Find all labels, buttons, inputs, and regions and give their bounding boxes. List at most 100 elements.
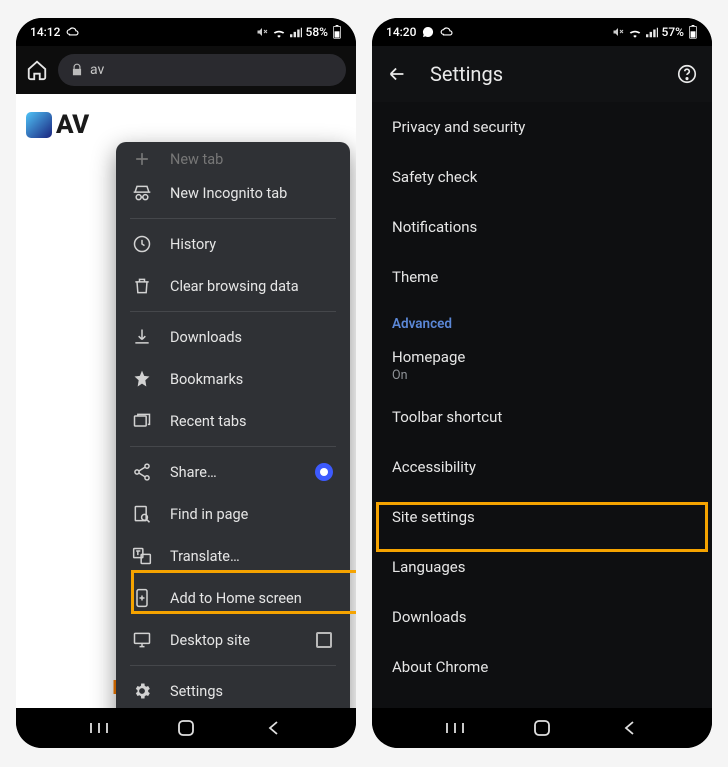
lock-icon	[70, 63, 84, 77]
setting-label: Theme	[392, 268, 692, 286]
setting-label: Homepage	[392, 348, 692, 366]
download-icon	[132, 327, 152, 347]
recents-button[interactable]	[88, 717, 110, 739]
share-app-icon	[314, 462, 334, 482]
setting-item-about[interactable]: About Chrome	[372, 642, 712, 692]
menu-item-history[interactable]: History	[116, 223, 350, 265]
back-arrow-icon[interactable]	[386, 63, 408, 85]
status-battery-pct: 57%	[662, 25, 684, 39]
status-battery-pct: 58%	[306, 25, 328, 39]
status-bar: 14:12 58%	[16, 18, 356, 46]
setting-label: Notifications	[392, 218, 692, 236]
menu-label: Settings	[170, 683, 223, 700]
android-navbar	[16, 708, 356, 748]
help-icon[interactable]	[676, 63, 698, 85]
setting-label: Accessibility	[392, 458, 692, 476]
menu-label: Desktop site	[170, 632, 250, 649]
incognito-icon	[132, 183, 152, 203]
setting-item-notifications[interactable]: Notifications	[372, 202, 712, 252]
setting-label: Languages	[392, 558, 692, 576]
menu-divider	[130, 446, 336, 447]
status-time: 14:20	[386, 25, 416, 39]
setting-label: Privacy and security	[392, 118, 692, 136]
setting-item-downloads[interactable]: Downloads	[372, 592, 712, 642]
avg-logo: AV	[26, 110, 346, 140]
menu-label: Share…	[170, 464, 217, 481]
back-button[interactable]	[262, 717, 284, 739]
menu-item-clear-data[interactable]: Clear browsing data	[116, 265, 350, 307]
status-bar: 14:20 57%	[372, 18, 712, 46]
setting-label: Safety check	[392, 168, 692, 186]
battery-icon	[332, 25, 342, 39]
menu-label: Translate…	[170, 548, 240, 565]
menu-label: Clear browsing data	[170, 278, 299, 295]
omnibox[interactable]: av	[58, 54, 346, 86]
desktop-checkbox[interactable]	[314, 630, 334, 650]
setting-sublabel: On	[392, 368, 692, 383]
home-button[interactable]	[175, 717, 197, 739]
menu-item-translate[interactable]: Translate…	[116, 535, 350, 577]
setting-item-privacy[interactable]: Privacy and security	[372, 102, 712, 152]
menu-item-desktop-site[interactable]: Desktop site	[116, 619, 350, 661]
page-content-area: AV anti b Get powerf viruses ant JUN 202…	[16, 94, 356, 708]
chrome-overflow-menu: New tab New Incognito tab History Clear …	[116, 142, 350, 708]
setting-item-homepage[interactable]: Homepage On	[372, 338, 712, 392]
trash-icon	[132, 276, 152, 296]
setting-item-toolbar[interactable]: Toolbar shortcut	[372, 392, 712, 442]
menu-label: Recent tabs	[170, 413, 247, 430]
desktop-icon	[132, 630, 152, 650]
whatsapp-icon	[422, 26, 434, 38]
menu-label: Find in page	[170, 506, 248, 523]
avg-logo-text: AV	[56, 110, 89, 140]
menu-label: Downloads	[170, 329, 242, 346]
signal-icon	[290, 27, 302, 38]
menu-item-downloads[interactable]: Downloads	[116, 316, 350, 358]
setting-label: About Chrome	[392, 658, 692, 676]
phone-left: 14:12 58% av AV anti b	[16, 18, 356, 748]
menu-item-find[interactable]: Find in page	[116, 493, 350, 535]
recent-tabs-icon	[132, 411, 152, 431]
menu-label: History	[170, 236, 216, 253]
menu-item-settings[interactable]: Settings	[116, 670, 350, 708]
avg-logo-icon	[26, 112, 52, 138]
setting-item-safety[interactable]: Safety check	[372, 152, 712, 202]
wifi-icon	[628, 27, 642, 38]
settings-header: Settings	[372, 46, 712, 102]
menu-item-new-tab[interactable]: New tab	[116, 146, 350, 172]
menu-item-add-home[interactable]: Add to Home screen	[116, 577, 350, 619]
recents-button[interactable]	[444, 717, 466, 739]
home-icon[interactable]	[26, 59, 48, 81]
menu-item-incognito[interactable]: New Incognito tab	[116, 172, 350, 214]
mute-icon	[256, 26, 268, 38]
mute-icon	[612, 26, 624, 38]
setting-item-theme[interactable]: Theme	[372, 252, 712, 302]
menu-label: Add to Home screen	[170, 590, 302, 607]
plus-icon	[132, 149, 152, 169]
menu-item-share[interactable]: Share…	[116, 451, 350, 493]
setting-label: Site settings	[392, 508, 692, 526]
setting-item-languages[interactable]: Languages	[372, 542, 712, 592]
gear-icon	[132, 681, 152, 701]
setting-item-accessibility[interactable]: Accessibility	[372, 442, 712, 492]
menu-label: Bookmarks	[170, 371, 243, 388]
home-button[interactable]	[531, 717, 553, 739]
translate-icon	[132, 546, 152, 566]
share-icon	[132, 462, 152, 482]
back-button[interactable]	[618, 717, 640, 739]
history-icon	[132, 234, 152, 254]
settings-list[interactable]: Privacy and security Safety check Notifi…	[372, 102, 712, 708]
battery-icon	[688, 25, 698, 39]
setting-label: Toolbar shortcut	[392, 408, 692, 426]
menu-item-bookmarks[interactable]: Bookmarks	[116, 358, 350, 400]
search-icon	[132, 504, 152, 524]
chrome-toolbar: av	[16, 46, 356, 94]
setting-item-site-settings[interactable]: Site settings	[372, 492, 712, 542]
omnibox-text: av	[90, 62, 104, 78]
menu-divider	[130, 218, 336, 219]
add-home-icon	[132, 588, 152, 608]
cloud-icon	[440, 27, 454, 37]
menu-item-recent-tabs[interactable]: Recent tabs	[116, 400, 350, 442]
phone-right: 14:20 57% Settings Privacy and security …	[372, 18, 712, 748]
menu-label: New Incognito tab	[170, 185, 287, 202]
wifi-icon	[272, 27, 286, 38]
